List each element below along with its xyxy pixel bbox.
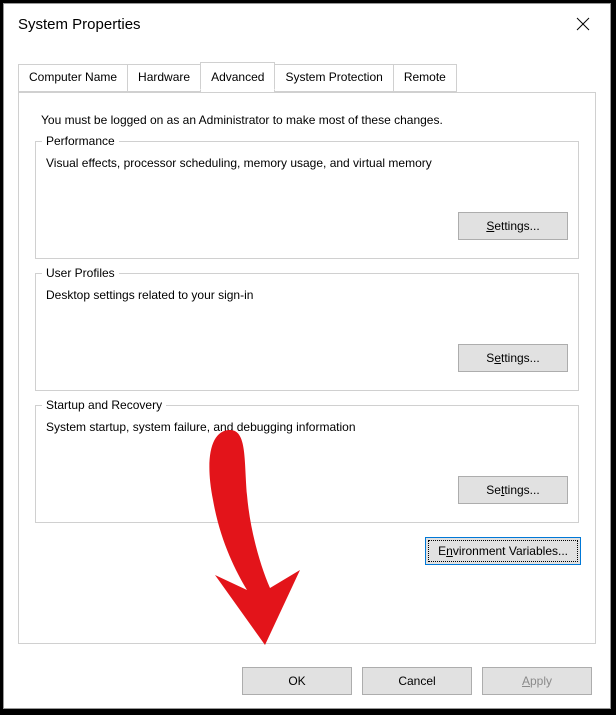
tab-remote[interactable]: Remote bbox=[393, 64, 457, 92]
user-profiles-legend: User Profiles bbox=[42, 266, 119, 280]
environment-variables-button[interactable]: Environment Variables... bbox=[425, 537, 581, 565]
user-profiles-settings-button[interactable]: Settings... bbox=[458, 344, 568, 372]
performance-group: Performance Visual effects, processor sc… bbox=[35, 141, 579, 259]
tab-advanced[interactable]: Advanced bbox=[200, 62, 275, 90]
startup-recovery-desc: System startup, system failure, and debu… bbox=[46, 420, 568, 446]
user-profiles-group: User Profiles Desktop settings related t… bbox=[35, 273, 579, 391]
tab-hardware[interactable]: Hardware bbox=[127, 64, 201, 92]
startup-recovery-settings-button[interactable]: Settings... bbox=[458, 476, 568, 504]
apply-button[interactable]: Apply bbox=[482, 667, 592, 695]
performance-settings-button[interactable]: Settings... bbox=[458, 212, 568, 240]
performance-legend: Performance bbox=[42, 134, 119, 148]
dialog-buttons: OK Cancel Apply bbox=[4, 654, 610, 708]
user-profiles-desc: Desktop settings related to your sign-in bbox=[46, 288, 568, 314]
startup-recovery-legend: Startup and Recovery bbox=[42, 398, 166, 412]
cancel-button[interactable]: Cancel bbox=[362, 667, 472, 695]
close-icon bbox=[576, 17, 590, 31]
close-button[interactable] bbox=[560, 8, 606, 40]
startup-recovery-group: Startup and Recovery System startup, sys… bbox=[35, 405, 579, 523]
tab-panel-advanced: You must be logged on as an Administrato… bbox=[18, 92, 596, 644]
tab-computer-name[interactable]: Computer Name bbox=[18, 64, 128, 92]
performance-desc: Visual effects, processor scheduling, me… bbox=[46, 156, 568, 182]
admin-note: You must be logged on as an Administrato… bbox=[41, 113, 581, 127]
ok-button[interactable]: OK bbox=[242, 667, 352, 695]
dialog-title: System Properties bbox=[18, 16, 141, 33]
system-properties-dialog: System Properties Computer Name Hardware… bbox=[3, 3, 611, 709]
tab-system-protection[interactable]: System Protection bbox=[274, 64, 393, 92]
titlebar: System Properties bbox=[4, 4, 610, 44]
tabs: Computer Name Hardware Advanced System P… bbox=[18, 64, 456, 92]
